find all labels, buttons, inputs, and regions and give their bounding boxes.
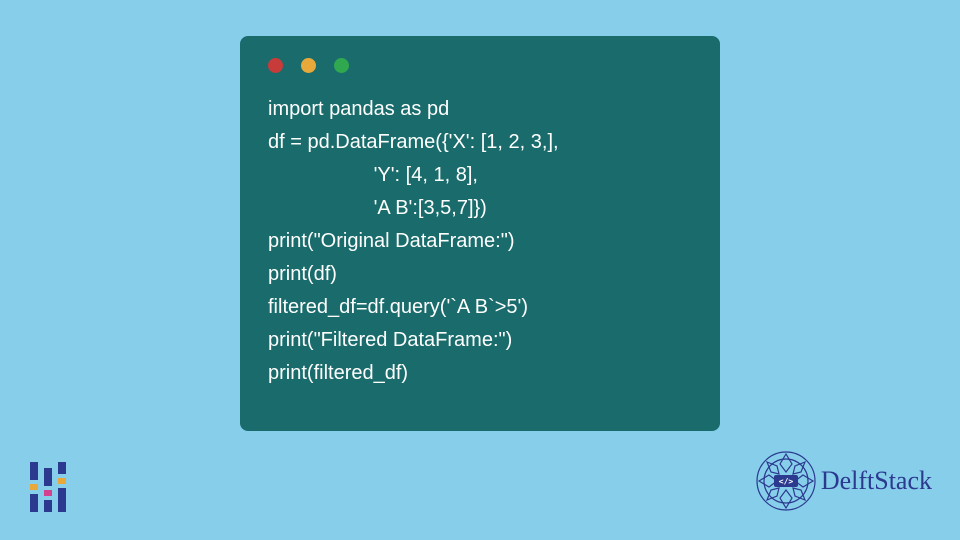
code-line: print(df) — [268, 263, 337, 285]
svg-text:</>: </> — [779, 477, 794, 486]
code-content: import pandas as pd df = pd.DataFrame({'… — [268, 93, 692, 390]
code-line: df = pd.DataFrame({'X': [1, 2, 3,], — [268, 131, 559, 153]
delftstack-logo: </> DelftStack — [755, 450, 932, 512]
code-line: filtered_df=df.query('`A B`>5') — [268, 296, 528, 318]
window-controls — [268, 58, 692, 73]
code-line: print(filtered_df) — [268, 362, 408, 384]
bars-logo-icon — [30, 462, 72, 512]
brand-name: DelftStack — [821, 466, 932, 496]
maximize-icon — [334, 58, 349, 73]
code-line: print("Filtered DataFrame:") — [268, 329, 512, 351]
code-line: 'Y': [4, 1, 8], — [268, 164, 478, 186]
code-line: 'A B':[3,5,7]}) — [268, 197, 487, 219]
code-window: import pandas as pd df = pd.DataFrame({'… — [240, 36, 720, 431]
minimize-icon — [301, 58, 316, 73]
mandala-icon: </> — [755, 450, 817, 512]
code-line: print("Original DataFrame:") — [268, 230, 514, 252]
code-line: import pandas as pd — [268, 98, 449, 120]
close-icon — [268, 58, 283, 73]
